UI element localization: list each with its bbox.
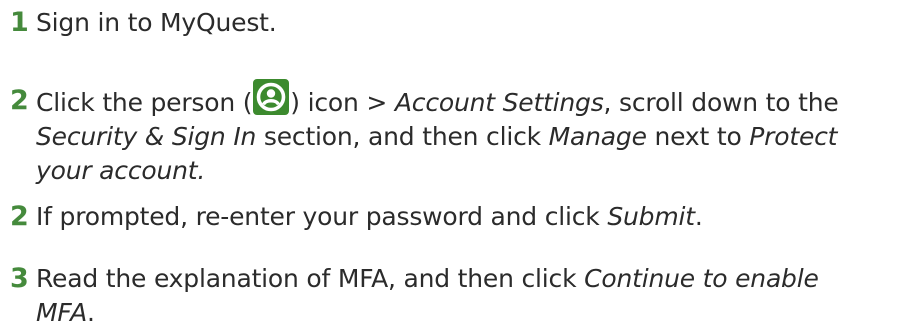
step-text: Read the explanation of MFA, and then cl… [36,262,915,330]
person-icon [252,79,290,116]
step-number: 3 [10,263,29,294]
step-line: Click the person () icon > Account Setti… [36,79,915,120]
step-line: your account. [36,156,206,185]
step-line: Security & Sign In section, and then cli… [36,122,838,151]
step-number: 2 [10,201,29,232]
step-line: MFA. [36,298,95,327]
step-text: Click the person () icon > Account Setti… [36,79,915,188]
step-number: 2 [10,85,29,116]
step-line: Read the explanation of MFA, and then cl… [36,264,819,293]
step-text: If prompted, re-enter your password and … [36,202,703,231]
step-text: Sign in to MyQuest. [36,8,277,37]
step-number: 1 [10,7,29,38]
